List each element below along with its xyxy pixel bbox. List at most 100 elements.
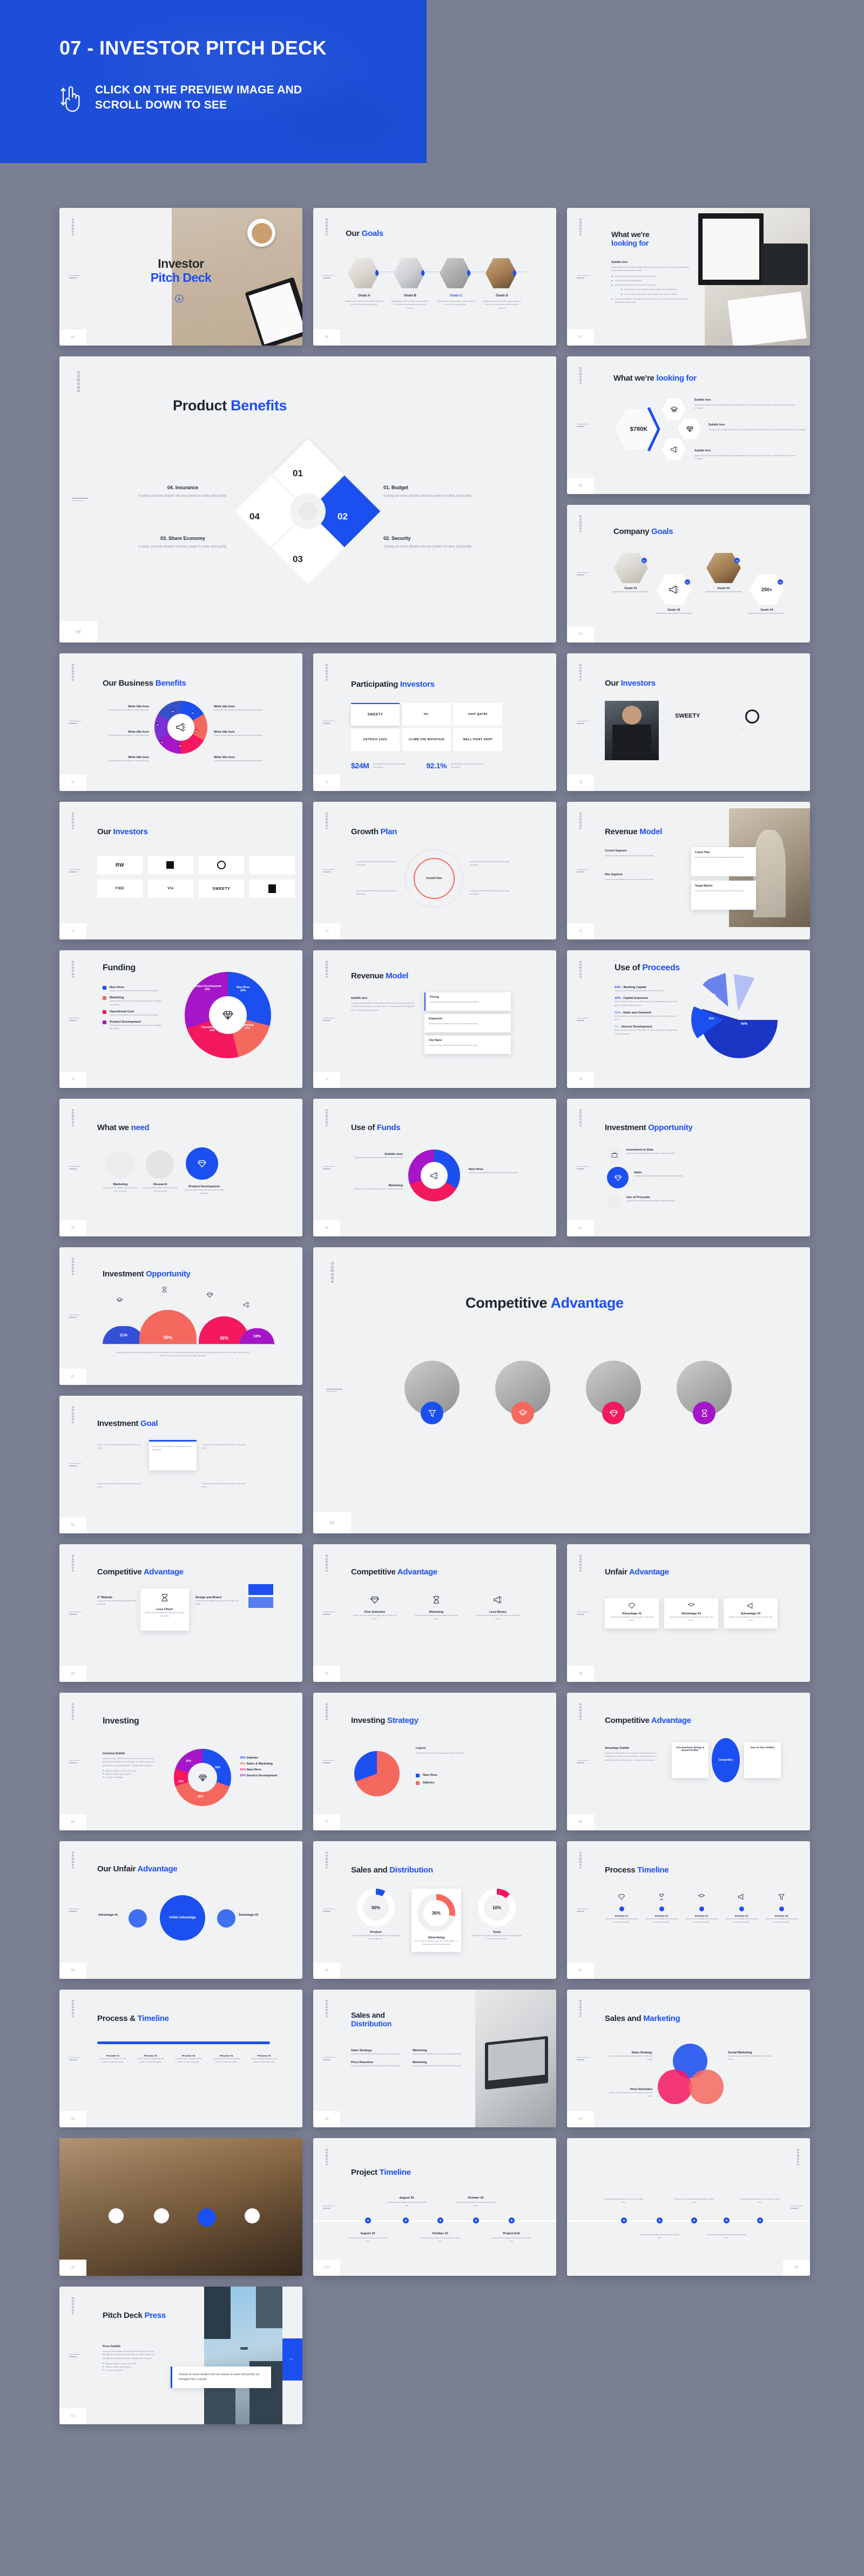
slide-our-goals[interactable]: voodoo Our Goals 1 2 3 4 Goals A Apparent…	[313, 208, 556, 346]
slide-use-of-funds[interactable]: voodoo Use of Funds Subtitle here A peep …	[313, 1099, 556, 1236]
revenue-item: Pricing	[430, 996, 439, 999]
brand-watermark: voodoo	[71, 1851, 75, 1869]
row-subtitle: Subtitle here	[708, 423, 725, 427]
slide-investing-strategy[interactable]: voodoo Investing Strategy Legend A peep …	[313, 1693, 556, 1830]
timeline-node[interactable]	[365, 2217, 371, 2223]
decor-lines	[323, 1906, 335, 1913]
slide-team-photo[interactable]: 99	[59, 2138, 302, 2276]
deck-row-10: voodoo Our Unfair Advantage Unfair Advan…	[59, 1841, 810, 1979]
investor-logo[interactable]: SWEETY	[675, 713, 700, 719]
slide-investment-opportunity-1[interactable]: voodoo Investment Opportunity Investment…	[567, 1099, 810, 1236]
timeline-node[interactable]	[657, 2217, 663, 2223]
decor-lines	[577, 570, 589, 577]
slide-sales-and-distribution[interactable]: voodoo Sales and Distribution 50% Produc…	[313, 1841, 556, 1979]
investor-logo[interactable]: nc.	[402, 703, 451, 726]
page-number: 86	[567, 1666, 594, 1682]
slide-sales-and-marketing[interactable]: voodoo Sales and Marketing Sales Strateg…	[567, 1990, 810, 2127]
legend-label: New Hires	[423, 1774, 438, 1777]
investor-logo[interactable]: SWEETY	[351, 703, 400, 726]
slide-sales-and-distribution-2[interactable]: voodoo Sales and Distribution Sales Stra…	[313, 1990, 556, 2127]
investor-logo[interactable]: FIDE	[97, 880, 143, 898]
slide-what-looking-for-2[interactable]: voodoo What we're looking for $780K Subt…	[567, 356, 810, 494]
slide-funding[interactable]: voodoo Funding New Hires A peep at some d…	[59, 950, 302, 1088]
arrow-right-icon[interactable]: →	[288, 2356, 294, 2362]
investor-logo[interactable]: VIA	[148, 880, 193, 898]
investor-logo[interactable]: RW	[97, 856, 143, 874]
pie-chart-funding: New Hires 29% Marketing 17% Operational Co…	[185, 972, 271, 1058]
slide-pitch-deck-press[interactable]: → voodoo Pitch Deck Press Press Subtitle…	[59, 2287, 302, 2424]
timeline-node[interactable]	[757, 2217, 763, 2223]
benefit-desc: A peep at some distant orb has power to …	[214, 760, 263, 762]
banner-subtitle-line1: CLICK ON THE PREVIEW IMAGE AND	[95, 84, 302, 97]
gauge-card: 30% Advertising like a strain of sacred …	[411, 1889, 461, 1952]
slice-value: 24%	[209, 1029, 215, 1032]
ca-label: Your Business Design & Brand Profiles	[676, 1746, 705, 1752]
brand-watermark: voodoo	[579, 1554, 583, 1572]
timeline-node[interactable]	[691, 2217, 697, 2223]
investor-logo[interactable]: SWEETY	[199, 880, 244, 898]
slide-our-investors-2[interactable]: voodoo Our Investors RW FIDE VIA SWEETY	[59, 802, 302, 939]
slide-our-business-benefits[interactable]: voodoo Our Business Benefits 01 02 03 04…	[59, 653, 302, 791]
segment-badge: 03	[178, 743, 183, 748]
slide-company-goals[interactable]: voodoo Company Goals 01 02 03 250+ 04 Go…	[567, 505, 810, 643]
layers-icon	[116, 1297, 123, 1302]
slide-investing[interactable]: voodoo Investing Investing Subtitle A pe…	[59, 1693, 302, 1830]
goal-stat: 250+	[750, 574, 784, 605]
brand-watermark: voodoo	[71, 1405, 75, 1424]
investor-logo[interactable]	[249, 880, 295, 898]
goal-card	[666, 1361, 742, 1431]
slide-revenue-model-1[interactable]: voodoo Revenue Model Current Segment A p…	[567, 802, 810, 939]
timeline-label: August 30	[399, 2196, 414, 2200]
slide-project-timeline-2[interactable]: voodoo A peep at some distant orb has po…	[567, 2138, 810, 2276]
down-arrow-circle-icon[interactable]	[175, 294, 184, 303]
investor-logo-mark[interactable]	[745, 709, 759, 724]
slide-our-unfair-advantage[interactable]: voodoo Our Unfair Advantage Unfair Advan…	[59, 1841, 302, 1979]
investor-logo[interactable]	[148, 856, 193, 874]
timeline-node[interactable]	[473, 2217, 479, 2223]
investor-logo[interactable]: CLIMB THE MOUNTAIN	[402, 728, 451, 751]
investor-logo[interactable]	[249, 856, 295, 874]
investor-logo[interactable]: WALL PAINT SHOP	[454, 728, 502, 751]
slide-title: Competitive Advantage	[605, 1716, 691, 1725]
slide-cover[interactable]: voodoo Investor Pitch Deck 64	[59, 208, 302, 346]
investor-logo[interactable]	[199, 856, 244, 874]
process-step: Process #2 A peep at some distant orb ha…	[645, 1893, 678, 1924]
timeline-node[interactable]	[403, 2217, 409, 2223]
slide-competitive-advantage-3[interactable]: voodoo Competitive Advantage Firm Select…	[313, 1544, 556, 1682]
slide-process-and-timeline[interactable]: voodoo Process & Timeline Process #1 A pe…	[59, 1990, 302, 2127]
slide-competitive-advantage-4[interactable]: voodoo Competitive Advantage Advantage S…	[567, 1693, 810, 1830]
slide-title: Competitive Advantage	[351, 1567, 437, 1577]
timeline-node[interactable]	[621, 2217, 627, 2223]
slide-investment-goal[interactable]: voodoo Competitive Advantage 83	[313, 1247, 810, 1533]
timeline-node[interactable]	[509, 2217, 515, 2223]
layers-icon	[687, 1603, 695, 1607]
legend-label: New Hires	[246, 1768, 261, 1772]
deck-row-1: voodoo Investor Pitch Deck 64 voodoo Our…	[59, 208, 810, 346]
slide-product-benefits[interactable]: voodoo Product Benefits 01 02 03 04 04. …	[59, 356, 556, 643]
slide-participating-investors[interactable]: voodoo Participating Investors SWEETY nc…	[313, 653, 556, 791]
slide-process-timeline[interactable]: voodoo Process Timeline Process #1 A pee…	[567, 1841, 810, 1979]
brand-watermark: voodoo	[71, 1702, 75, 1721]
slide-what-we-need[interactable]: voodoo What we need Marketing A peep at s…	[59, 1099, 302, 1236]
slide-revenue-model-2[interactable]: voodoo Revenue Model Subtitle here A pee…	[313, 950, 556, 1088]
timeline-node[interactable]	[724, 2217, 730, 2223]
slide-competitive-advantage-1[interactable]: voodoo Investment Goal A peep at some di…	[59, 1396, 302, 1533]
slide-growth-plan[interactable]: voodoo Growth Plan Growth Plan A peep at…	[313, 802, 556, 939]
slide-competitive-advantage-2[interactable]: voodoo Competitive Advantage 1* Website A…	[59, 1544, 302, 1682]
layers-icon-hex	[662, 398, 686, 420]
puzzle-piece-01: 01	[293, 468, 303, 478]
slide-investment-opportunity-2[interactable]: voodoo Investment Opportunity 21% 55% 36…	[59, 1247, 302, 1385]
timeline-node[interactable]	[437, 2217, 443, 2223]
brand-watermark: voodoo	[329, 1261, 335, 1283]
slide-use-of-proceeds[interactable]: voodoo Use of Proceeds 64% - Working Cap…	[567, 950, 810, 1088]
slide-project-timeline-1[interactable]: voodoo Project Timeline August 15 A peep …	[313, 2138, 556, 2276]
slide-our-investors-1[interactable]: voodoo Our Investors SWEETY O 72	[567, 653, 810, 791]
brand-watermark: voodoo	[71, 2296, 75, 2315]
decor-lines	[323, 1758, 335, 1764]
investor-logo[interactable]: OSTRICH CAFE	[351, 728, 400, 751]
investor-logo[interactable]: vant garde	[454, 703, 502, 726]
slide-unfair-advantage[interactable]: voodoo Unfair Advantage Advantage #1 A p…	[567, 1544, 810, 1682]
slide-title: Sales and Distribution	[351, 2011, 392, 2028]
slide-what-looking-for-1[interactable]: voodoo What we're looking for Subtitle he…	[567, 208, 810, 346]
slide-grid: voodoo Investor Pitch Deck 64 voodoo Our…	[59, 208, 810, 2435]
